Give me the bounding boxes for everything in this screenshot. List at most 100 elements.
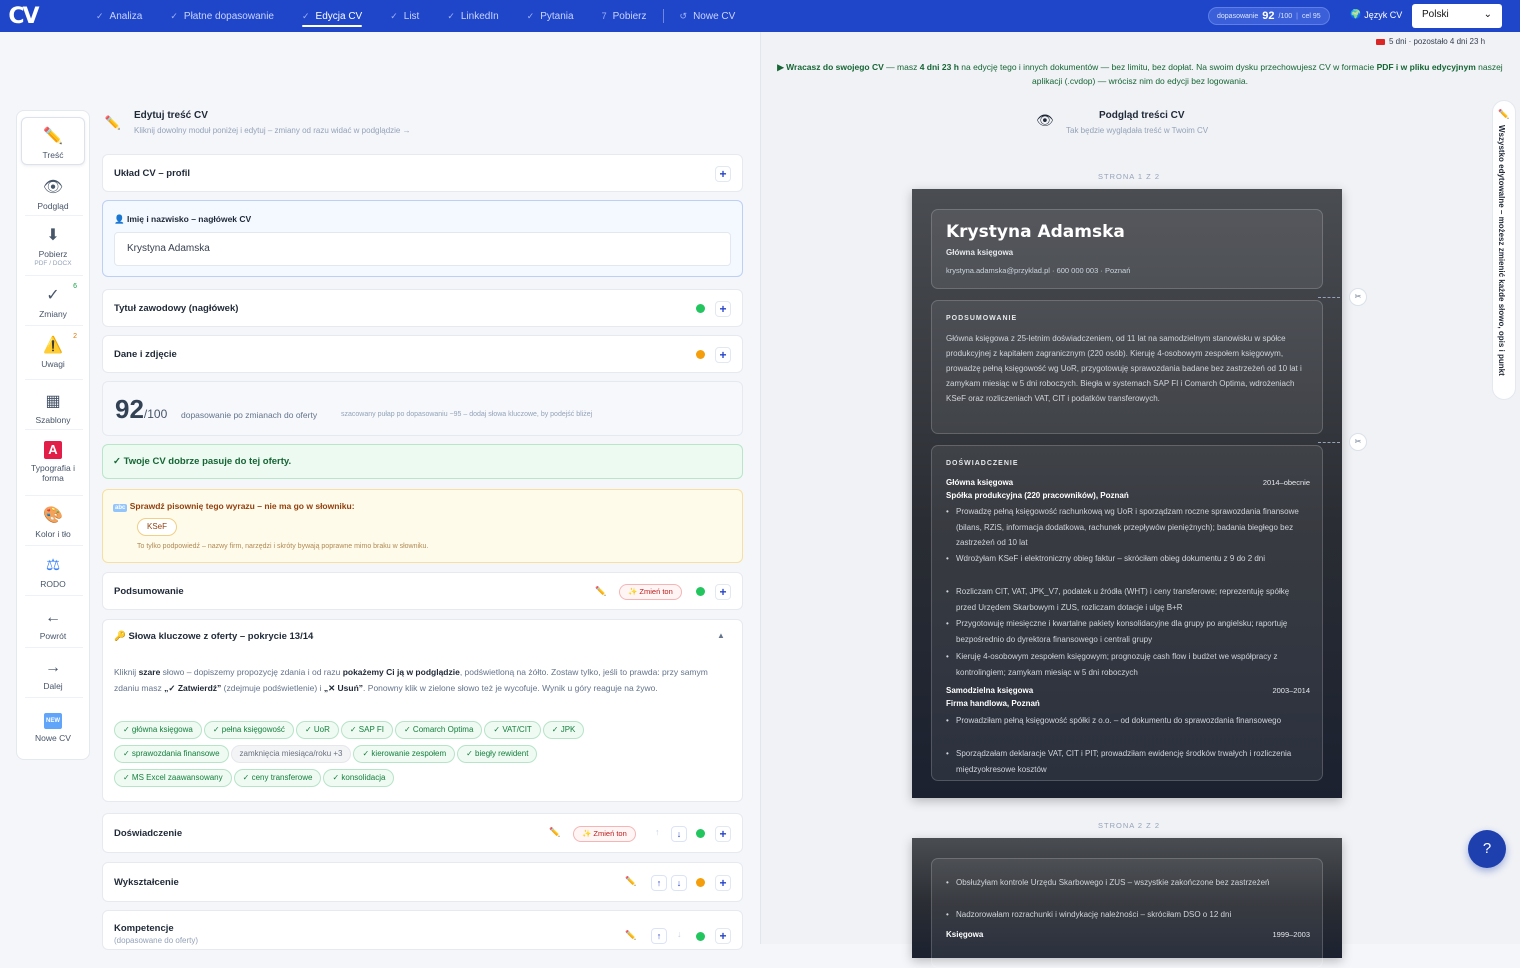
user-icon: 👤 [114, 214, 125, 224]
help-button[interactable]: ? [1468, 830, 1506, 868]
job-title: Główna księgowa 2014–obecnie [946, 478, 1310, 487]
tab-platne-dopasowanie[interactable]: ✓ Płatne dopasowanie [156, 0, 288, 32]
tab-pytania[interactable]: ✓ Pytania [513, 0, 588, 32]
section-experience[interactable]: Doświadczenie ✏️ ✨ Zmień ton ↑ ↓ + [102, 813, 743, 853]
warning-icon: ⚠️ 2 [43, 333, 77, 354]
section-education[interactable]: Wykształcenie ✏️ ↑ ↓ + [102, 862, 743, 902]
sidebar-item-pobierz[interactable]: ⬇ Pobierz PDF / DOCX [21, 225, 85, 267]
changes-count: 6 [73, 283, 77, 290]
sidebar-item-typografia[interactable]: A Typografia i forma [21, 441, 85, 483]
keyword-chip[interactable]: ✓ SAP FI [340, 721, 393, 739]
keywords-help: Kliknij szare słowo – dopiszemy propozyc… [114, 667, 708, 693]
keyword-chip[interactable]: ✓ MS Excel zaawansowany [114, 769, 232, 787]
scales-icon: ⚖ [45, 557, 61, 574]
check-icon: ✓ [526, 10, 535, 21]
sidebar-item-dalej[interactable]: → Dalej [21, 659, 85, 691]
check-icon: ✓ [390, 10, 398, 21]
score-pill[interactable]: dopasowanie 92/100 | cel 95 [1208, 7, 1330, 25]
section-job-title[interactable]: Tytuł zawodowy (nagłówek) + [102, 289, 743, 327]
sidebar-item-powrot[interactable]: ← Powrót [21, 609, 85, 641]
pencil-icon[interactable]: ✏️ [549, 827, 560, 838]
move-up-button[interactable]: ↑ [651, 875, 667, 891]
app-logo[interactable]: CV [0, 0, 46, 32]
section-layout[interactable]: Układ CV – profil + [102, 154, 743, 192]
warnings-count: 2 [73, 333, 77, 340]
deadline-badge: 5 dni · pozostało 4 dni 23 h [1376, 37, 1485, 46]
move-down-button[interactable]: ↓ [671, 875, 687, 891]
name-input[interactable]: Krystyna Adamska [114, 232, 731, 266]
status-dot [696, 350, 705, 359]
add-button[interactable]: + [715, 301, 731, 317]
keyword-chip[interactable]: ✓ ceny transferowe [233, 769, 322, 787]
cv-summary-block[interactable]: PODSUMOWANIE Główna księgowa z 25-letnim… [931, 300, 1323, 434]
misspelled-word-chip[interactable]: KSeF [137, 518, 178, 536]
step-tabs: ✓ Analiza ✓ Płatne dopasowanie ✓ Edycja CV … [82, 0, 749, 32]
change-tone-button[interactable]: ✨ Zmień ton [619, 584, 682, 600]
add-button[interactable]: + [715, 584, 731, 600]
keyword-chip[interactable]: ✓ UoR [295, 721, 339, 739]
preview-title: Podgląd treści CV [1099, 110, 1185, 121]
top-bar: CV ✓ Analiza ✓ Płatne dopasowanie ✓ Edycja … [0, 0, 1520, 32]
keyword-chip[interactable]: ✓ Comarch Optima [395, 721, 483, 739]
keyword-chip[interactable]: ✓ pełna księgowość [203, 721, 294, 739]
sidebar-item-podglad[interactable]: 👁 Podgląd [21, 177, 85, 211]
keyword-chip[interactable]: ✓ VAT/CIT [484, 721, 541, 739]
language-label: 🌍 Język CV [1350, 9, 1403, 20]
sidebar-item-kolor[interactable]: 🎨 Kolor i tło [21, 505, 85, 539]
section-contact[interactable]: Dane i zdjęcie + [102, 335, 743, 373]
add-button[interactable]: + [715, 347, 731, 363]
page-label: STRONA 2 Z 2 [1098, 821, 1161, 830]
refresh-icon: ↺ [679, 10, 688, 21]
keyword-chip[interactable]: ✓ konsolidacja [323, 769, 395, 787]
pencil-icon[interactable]: ✏️ [625, 876, 636, 887]
tab-edycja-cv[interactable]: ✓ Edycja CV [288, 0, 376, 32]
pencil-icon[interactable]: ✏️ [625, 930, 636, 941]
add-button[interactable]: + [715, 826, 731, 842]
page-label: STRONA 1 Z 2 [1098, 172, 1161, 181]
add-button[interactable]: + [715, 928, 731, 944]
return-banner: ▶ Wracasz do swojego CV — masz 4 dni 23 … [777, 62, 1503, 86]
sidebar-item-zmiany[interactable]: ✓ 6 Zmiany [21, 283, 85, 319]
keyword-chip[interactable]: ✓ główna księgowa [114, 721, 202, 739]
move-down-button[interactable]: ↓ [671, 826, 687, 842]
section-summary[interactable]: Podsumowanie ✏️ ✨ Zmień ton + [102, 572, 743, 610]
tab-pobierz[interactable]: 7 Pobierz [588, 0, 661, 32]
section-name: 👤 Imię i nazwisko – nagłówek CV Krystyna… [102, 200, 743, 277]
keyword-chip[interactable]: ✓ JPK [542, 721, 585, 739]
pencil-icon[interactable]: ✏️ [595, 586, 606, 597]
collapse-icon[interactable]: ▲ [717, 631, 725, 640]
tab-list[interactable]: ✓ List [376, 0, 433, 32]
move-up-button[interactable]: ↑ [651, 928, 667, 944]
typography-icon: A [21, 441, 85, 459]
keyword-chip[interactable]: ✓ kierowanie zespołem [353, 745, 456, 763]
sidebar-item-szablony[interactable]: ▦ Szablony [21, 391, 85, 425]
keyword-chips: ✓ główna księgowa ✓ pełna księgowość ✓ UoR… [114, 721, 734, 793]
sidebar-item-rodo[interactable]: ⚖ RODO [21, 555, 85, 589]
add-button[interactable]: + [715, 166, 731, 182]
sidebar-item-tresc[interactable]: ✏️ Treść [21, 117, 85, 165]
scissors-icon[interactable]: ✂ [1349, 288, 1367, 306]
fit-ok-alert: ✓ Twoje CV dobrze pasuje do tej oferty. [102, 444, 743, 479]
scissors-icon[interactable]: ✂ [1349, 433, 1367, 451]
nav-divider [662, 9, 664, 23]
sidebar-item-nowe-cv[interactable]: NEW Nowe CV [21, 709, 85, 743]
change-tone-button[interactable]: ✨ Zmień ton [573, 826, 636, 842]
add-button[interactable]: + [715, 875, 731, 891]
tab-analiza[interactable]: ✓ Analiza [82, 0, 156, 32]
section-skills[interactable]: Kompetencje (dopasowane do oferty) ✏️ ↑ … [102, 910, 743, 950]
keyword-chip[interactable]: ✓ sprawozdania finansowe [114, 745, 229, 763]
check-icon: ✓ [447, 10, 455, 21]
tab-linkedin[interactable]: ✓ LinkedIn [433, 0, 512, 32]
cv-header-block[interactable]: Krystyna Adamska Główna księgowa krystyn… [931, 209, 1323, 289]
sidebar-item-uwagi[interactable]: ⚠️ 2 Uwagi [21, 333, 85, 369]
cv-experience-block[interactable]: DOŚWIADCZENIE Główna księgowa 2014–obecni… [931, 445, 1323, 781]
cv-experience-continued[interactable]: Obsłużyłam kontrole Urzędu Skarbowego i … [931, 858, 1323, 968]
tab-nowe-cv[interactable]: ↺ Nowe CV [666, 0, 750, 32]
preview-subtitle: Tak będzie wyglądała treść w Twoim CV [1066, 126, 1209, 135]
arrow-right-icon: → [45, 659, 61, 676]
keyword-chip[interactable]: zamknięcia miesiąca/roku +3 [230, 745, 352, 763]
language-select[interactable]: Polski ⌄ [1412, 4, 1502, 28]
editor-title: Edytuj treść CV [134, 110, 208, 121]
keyword-chip[interactable]: ✓ biegły rewident [457, 745, 538, 763]
cv-page-2: Obsłużyłam kontrole Urzędu Skarbowego i … [912, 838, 1342, 968]
